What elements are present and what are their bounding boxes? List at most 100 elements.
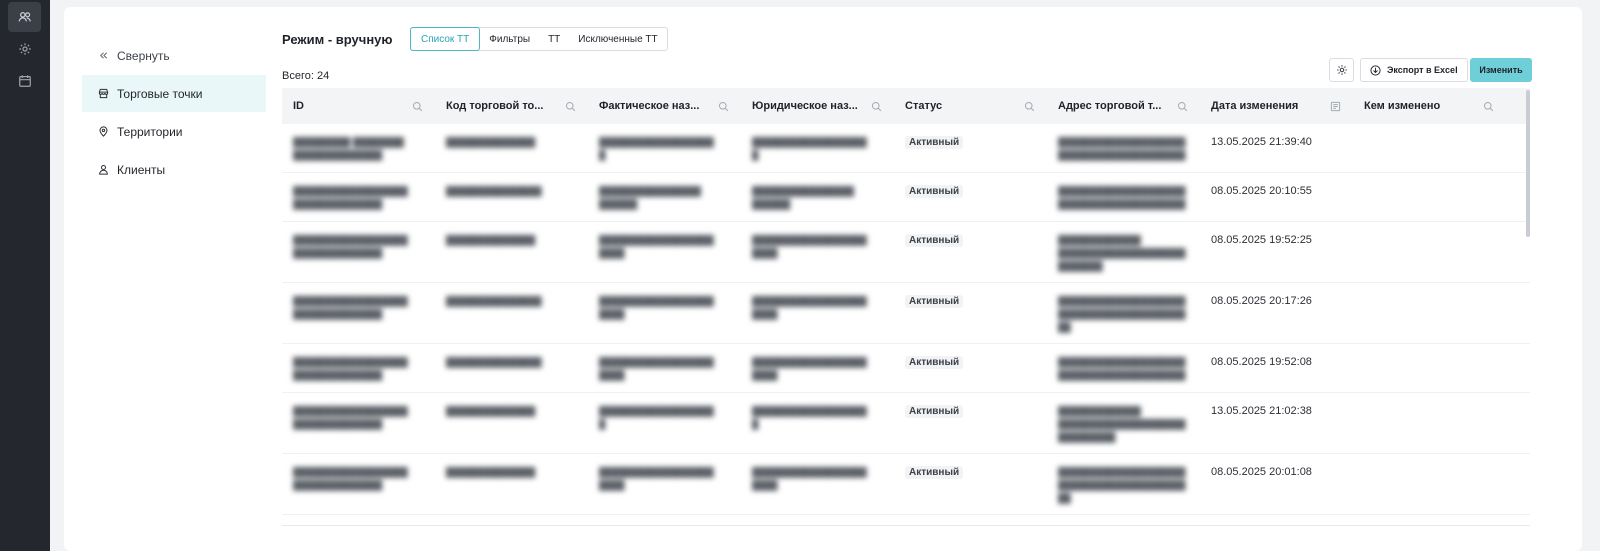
cell-modified-by xyxy=(1353,393,1506,453)
cell-modified-date: 08.05.2025 20:17:26 xyxy=(1211,295,1312,307)
column-header-modified-by[interactable]: Кем изменено xyxy=(1353,88,1506,124)
cell-modified-date: 08.05.2025 19:52:08 xyxy=(1211,356,1312,368)
cell-actual-name: ██████████████████████ xyxy=(599,235,714,258)
calendar-icon xyxy=(18,75,31,87)
cell-modified-by xyxy=(1353,454,1506,514)
subnav-item-clients[interactable]: Клиенты xyxy=(82,151,266,188)
tab-store-list[interactable]: Список ТТ xyxy=(410,27,481,51)
main-card: Свернуть Торговые точки Территории Клиен… xyxy=(64,7,1582,551)
subnav-item-label: Клиенты xyxy=(117,162,166,177)
column-header-id[interactable]: ID xyxy=(282,88,435,124)
column-header-code[interactable]: Код торговой то... xyxy=(435,88,588,124)
cell-address: ████████████████████████████████████████ xyxy=(1058,357,1186,380)
column-header-actual-name[interactable]: Фактическое наз... xyxy=(588,88,741,124)
page-title: Режим - вручную xyxy=(282,32,393,47)
search-icon[interactable] xyxy=(1177,101,1188,112)
cell-code: ██████████████ xyxy=(446,406,536,416)
cell-address: ████████████████████████████████████████ xyxy=(1058,235,1186,271)
cell-actual-name: ██████████████████████ xyxy=(599,467,714,490)
column-header-legal-name[interactable]: Юридическое наз... xyxy=(741,88,894,124)
cell-code: ██████████████ xyxy=(446,137,536,147)
tab-group: Список ТТ Фильтры ТТ Исключенные ТТ xyxy=(410,27,668,51)
tab-tt[interactable]: ТТ xyxy=(539,28,569,50)
column-header-status[interactable]: Статус xyxy=(894,88,1047,124)
cell-status: Активный xyxy=(894,454,1047,514)
location-pin-icon xyxy=(96,125,110,139)
export-excel-button[interactable]: Экспорт в Excel xyxy=(1360,58,1468,82)
cell-code: ██████████████ xyxy=(446,467,536,477)
cell-status: Активный xyxy=(894,173,1047,221)
status-badge: Активный xyxy=(905,185,964,198)
cell-code: ██████████████ xyxy=(446,235,536,245)
status-badge: Активный xyxy=(905,234,964,247)
cell-modified-date: 08.05.2025 20:10:55 xyxy=(1211,185,1312,197)
cell-code: ███████████████ xyxy=(446,186,542,196)
filter-list-icon[interactable] xyxy=(1330,101,1341,112)
cell-legal-name: ██████████████████████ xyxy=(752,467,867,490)
cell-status: Активный xyxy=(894,222,1047,282)
search-icon[interactable] xyxy=(1483,101,1494,112)
rail-settings-button[interactable] xyxy=(8,34,41,64)
download-circle-icon xyxy=(1370,64,1381,76)
cell-status: Активный xyxy=(894,344,1047,392)
table-body: █████████ ████████ ██████████████ ███████… xyxy=(282,124,1530,515)
table-scrollbar[interactable] xyxy=(1526,90,1530,237)
subnav-item-stores[interactable]: Торговые точки xyxy=(82,75,266,112)
column-header-address[interactable]: Адрес торговой т... xyxy=(1047,88,1200,124)
users-icon xyxy=(18,12,31,22)
table-row[interactable]: █████████ ████████ ██████████████ ███████… xyxy=(282,124,1530,173)
cell-code: ███████████████ xyxy=(446,357,542,367)
cell-modified-by xyxy=(1353,222,1506,282)
cell-legal-name: ██████████████████████ xyxy=(752,186,855,209)
cell-modified-date: 08.05.2025 20:01:08 xyxy=(1211,466,1312,478)
cell-modified-by xyxy=(1353,283,1506,343)
table-row[interactable]: ██████████████████ ██████████████ ███████… xyxy=(282,454,1530,515)
search-icon[interactable] xyxy=(565,101,576,112)
user-icon xyxy=(96,163,110,177)
cell-id: ██████████████████ ██████████████ xyxy=(293,186,408,209)
subnav-item-territories[interactable]: Территории xyxy=(82,113,266,150)
rail-users-button[interactable] xyxy=(8,2,41,32)
cell-address: ████████████████████████████████████████… xyxy=(1058,467,1186,503)
cell-id: ██████████████████ ██████████████ xyxy=(293,406,408,429)
gear-icon xyxy=(1336,65,1347,75)
table-settings-button[interactable] xyxy=(1329,58,1354,82)
cell-modified-by xyxy=(1353,173,1506,221)
search-icon[interactable] xyxy=(412,101,423,112)
subnav-item-label: Территории xyxy=(117,124,183,139)
cell-id: ██████████████████ ██████████████ xyxy=(293,296,408,319)
cell-status: Активный xyxy=(894,393,1047,453)
cell-status: Активный xyxy=(894,124,1047,172)
search-icon[interactable] xyxy=(718,101,729,112)
tab-filters[interactable]: Фильтры xyxy=(480,28,539,50)
status-badge: Активный xyxy=(905,356,964,369)
table-row[interactable]: ██████████████████ ██████████████ ███████… xyxy=(282,393,1530,454)
table-row[interactable]: ██████████████████ ██████████████ ███████… xyxy=(282,344,1530,393)
cell-modified-by xyxy=(1353,344,1506,392)
double-chevron-left-icon xyxy=(96,49,110,63)
status-badge: Активный xyxy=(905,466,964,479)
total-count: Всего: 24 xyxy=(282,70,330,82)
tab-excluded[interactable]: Исключенные ТТ xyxy=(569,28,666,50)
cell-address: ████████████████████████████████████████ xyxy=(1058,186,1186,209)
subnav-item-label: Торговые точки xyxy=(117,86,203,101)
export-excel-label: Экспорт в Excel xyxy=(1387,65,1458,75)
search-icon[interactable] xyxy=(1024,101,1035,112)
table-row[interactable]: ██████████████████ ██████████████ ███████… xyxy=(282,283,1530,344)
cell-modified-by xyxy=(1353,124,1506,172)
cell-id: █████████ ████████ ██████████████ xyxy=(293,137,404,160)
cell-modified-date: 13.05.2025 21:02:38 xyxy=(1211,405,1312,417)
cell-id: ██████████████████ ██████████████ xyxy=(293,467,408,490)
search-icon[interactable] xyxy=(871,101,882,112)
cell-address: ████████████████████████████████████████… xyxy=(1058,296,1186,332)
cell-modified-date: 08.05.2025 19:52:25 xyxy=(1211,234,1312,246)
edit-button[interactable]: Изменить xyxy=(1470,58,1532,82)
column-header-modified-date[interactable]: Дата изменения xyxy=(1200,88,1353,124)
collapse-button[interactable]: Свернуть xyxy=(82,37,266,74)
cell-legal-name: ██████████████████ █ xyxy=(752,406,867,429)
cell-legal-name: ██████████████████ █ xyxy=(752,137,867,160)
rail-calendar-button[interactable] xyxy=(8,66,41,96)
table-row[interactable]: ██████████████████ ██████████████ ███████… xyxy=(282,173,1530,222)
cell-id: ██████████████████ ██████████████ xyxy=(293,235,408,258)
table-row[interactable]: ██████████████████ ██████████████ ███████… xyxy=(282,222,1530,283)
